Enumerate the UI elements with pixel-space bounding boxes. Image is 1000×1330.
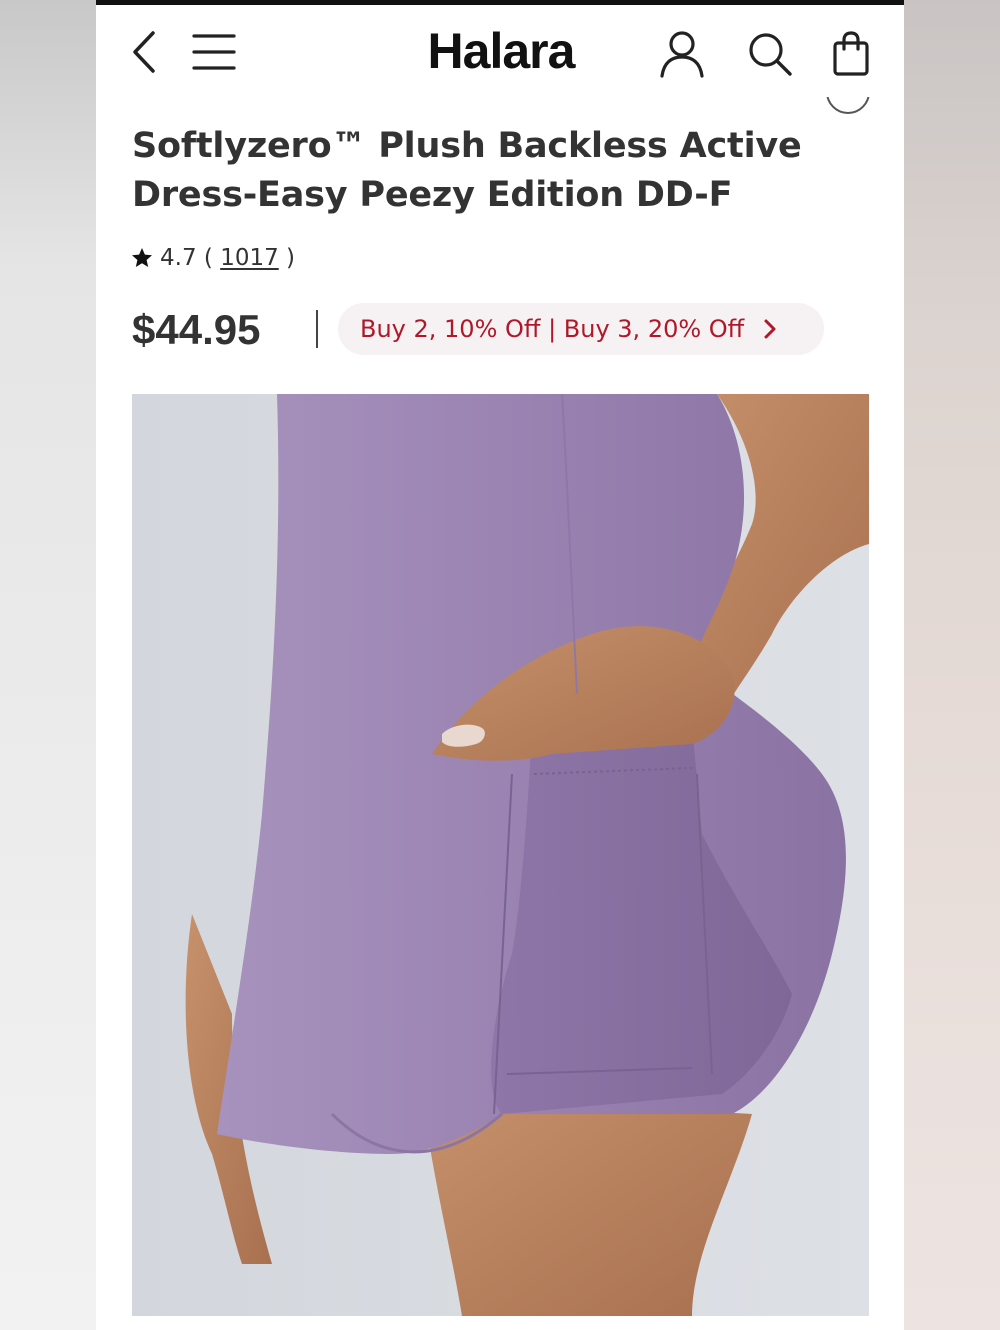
bundle-promo-button[interactable]: Buy 2, 10% Off | Buy 3, 20% Off [338,303,824,355]
account-button[interactable] [656,27,708,81]
review-count-link[interactable]: 1017 [220,245,279,271]
rating-paren-close: ) [278,245,296,271]
hamburger-menu-icon [192,34,236,70]
menu-button[interactable] [190,27,238,77]
product-rating: 4.7 ( 1017 ) [130,240,295,276]
price-divider [316,310,318,348]
search-button[interactable] [744,27,796,81]
promo-text: Buy 2, 10% Off | Buy 3, 20% Off [360,315,745,343]
product-photo-illustration [132,394,869,1316]
chevron-right-icon [764,319,776,339]
back-button[interactable] [124,27,164,77]
top-navigation-bar: Halara [96,5,904,97]
brand-logo[interactable]: Halara [386,19,616,83]
cart-button[interactable] [828,27,874,81]
shopping-bag-icon [833,31,869,76]
product-price: $44.95 [132,306,261,353]
back-chevron-icon [133,31,155,73]
star-icon [132,248,152,267]
rating-paren-open: ( [196,245,221,271]
account-icon [660,31,704,78]
right-backdrop [904,0,1000,1330]
product-page: Halara Softlyzero™ Plush Backless Active… [96,0,904,1330]
product-image[interactable] [132,394,869,1316]
product-title: Softlyzero™ Plush Backless Active Dress-… [132,126,802,215]
search-icon [749,33,792,76]
rating-value: 4.7 [160,245,197,271]
left-backdrop [0,0,96,1330]
